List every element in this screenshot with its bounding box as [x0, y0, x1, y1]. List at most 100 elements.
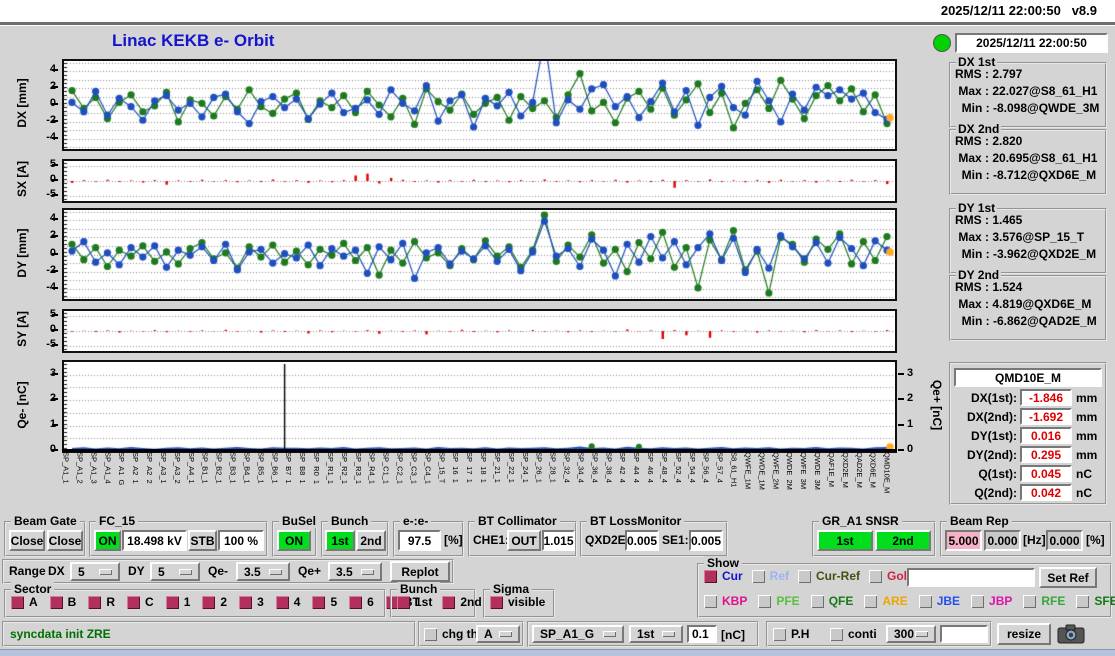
- x-axis-label: SP_28_1: [549, 452, 557, 483]
- range-dy-select[interactable]: 5: [150, 562, 200, 581]
- replot-button[interactable]: Replot: [390, 561, 450, 582]
- show-checkbox-kbp[interactable]: KBP: [704, 594, 747, 608]
- title-bar-version: v8.9: [1071, 3, 1097, 18]
- checkbox-icon: [49, 595, 63, 609]
- bunch-select[interactable]: 1st: [629, 625, 683, 643]
- range-dx-select[interactable]: 5: [70, 562, 120, 581]
- fc15-on-button[interactable]: ON: [94, 530, 121, 551]
- gr-a1-2nd-button[interactable]: 2nd: [875, 530, 931, 551]
- sector-checkbox-6[interactable]: 6: [349, 595, 374, 609]
- show-checkbox-jbe[interactable]: JBE: [918, 594, 960, 608]
- resize-button[interactable]: resize: [997, 623, 1051, 645]
- y-tick-label: 0: [49, 443, 56, 455]
- x-axis-label: SP_52_4: [674, 452, 682, 483]
- show-checkbox-rfe[interactable]: RFE: [1023, 594, 1065, 608]
- bunch-1st-button[interactable]: 1st: [325, 530, 355, 551]
- points-select[interactable]: 300: [886, 625, 936, 643]
- busel-on-button[interactable]: ON: [277, 530, 311, 551]
- checkbox-label: 1st: [415, 595, 433, 609]
- y-tick-label: -5: [46, 188, 56, 201]
- bunch-checkbox-1st[interactable]: 1st: [397, 595, 432, 609]
- show-checkbox-ref[interactable]: Ref: [751, 569, 789, 583]
- stats-group-dy-2nd: DY 2nd RMS : 1.524 Max : 4.819@QXD6E_M Mi…: [949, 268, 1107, 341]
- x-axis-label: SP_36_4: [590, 452, 599, 483]
- plot-sx[interactable]: [62, 159, 897, 203]
- threshold-unit: [nC]: [721, 628, 745, 642]
- bunch-select-title: Bunch: [397, 582, 441, 596]
- chg-th-frame: chg th A: [418, 621, 524, 647]
- show-checkbox-jbp[interactable]: JBP: [971, 594, 1012, 608]
- extra-input[interactable]: [940, 625, 988, 643]
- show-checkbox-pfe[interactable]: PFE: [758, 594, 800, 608]
- option-menu-indicator-icon: [179, 568, 192, 575]
- bunch-2nd-button[interactable]: 2nd: [356, 530, 386, 551]
- plot-sy[interactable]: [62, 309, 897, 353]
- range-qem-select[interactable]: 3.5: [236, 562, 290, 581]
- show-checkbox-cur[interactable]: Cur: [704, 569, 743, 583]
- monitor-row: DY(2nd): 0.295 mm: [951, 446, 1102, 463]
- che1-state-button[interactable]: OUT: [507, 530, 541, 551]
- y-tick-label: -5: [46, 338, 56, 351]
- sector-checkbox-3[interactable]: 3: [239, 595, 264, 609]
- checkbox-icon: [165, 595, 179, 609]
- gr-a1-1st-button[interactable]: 1st: [817, 530, 873, 551]
- stats-rms: RMS : 2.820: [955, 134, 1023, 148]
- sector-checkbox-1[interactable]: 1: [165, 595, 190, 609]
- y-tick-mark: [52, 398, 58, 401]
- range-label: Range: [9, 564, 46, 578]
- range-qep-select[interactable]: 3.5: [328, 562, 382, 581]
- ref-file-input[interactable]: [907, 568, 1035, 587]
- show-checkbox-cur-ref[interactable]: Cur-Ref: [798, 569, 860, 583]
- monitor-select[interactable]: SP_A1_G: [532, 625, 624, 643]
- threshold-input[interactable]: [687, 625, 717, 643]
- plot-dx[interactable]: [62, 59, 897, 151]
- sector-checkbox-a[interactable]: A: [11, 595, 38, 609]
- checkbox-icon: [971, 594, 985, 608]
- x-axis-label: SP_A3_1: [159, 452, 167, 484]
- fc15-stb-button[interactable]: STB: [188, 530, 217, 551]
- x-axis-label: SP_54_4: [688, 452, 696, 483]
- show-checkbox-sfe[interactable]: SFE: [1076, 594, 1115, 608]
- sector-checkbox-r[interactable]: R: [88, 595, 115, 609]
- x-axis-label: QAF1E_M: [827, 452, 835, 488]
- x-axis-label: QWDE_2M: [785, 452, 794, 490]
- option-menu-indicator-icon: [99, 568, 112, 575]
- bunch-checkbox-2nd[interactable]: 2nd: [442, 595, 482, 609]
- plot-dy[interactable]: [62, 208, 897, 301]
- x-axis-label: SP_22_1: [507, 452, 515, 483]
- option-menu-indicator-icon: [662, 631, 675, 637]
- sector-checkbox-b[interactable]: B: [49, 595, 76, 609]
- y-tick-label: 2: [49, 229, 56, 242]
- plot-qe[interactable]: [62, 360, 897, 453]
- sector-checkbox-4[interactable]: 4: [275, 595, 300, 609]
- x-axis-label: SP_B7_1: [284, 452, 293, 484]
- x-axis-label: SP_26_1: [535, 452, 543, 483]
- show-checkbox-qfe[interactable]: QFE: [810, 594, 853, 608]
- sigma-checkbox-visible[interactable]: visible: [490, 595, 545, 609]
- chg-th-select[interactable]: A: [476, 625, 520, 643]
- range-dy-label: DY: [128, 564, 145, 578]
- sector-checkbox-2[interactable]: 2: [202, 595, 227, 609]
- status-message: syncdata init ZRE: [10, 627, 111, 641]
- ph-checkbox[interactable]: P.H: [773, 627, 809, 641]
- snapshot-camera-button[interactable]: [1056, 622, 1086, 646]
- y-tick-mark: [52, 449, 58, 451]
- stats-rms: RMS : 1.524: [955, 280, 1023, 294]
- monitor-row-label: DX(1st):: [970, 390, 1017, 405]
- beam-gate-close-button-2[interactable]: Close: [47, 530, 83, 551]
- y-tick-mark: [52, 372, 58, 375]
- conti-checkbox[interactable]: conti: [830, 627, 877, 641]
- show-checkbox-are[interactable]: ARE: [864, 594, 908, 608]
- sector-checkbox-5[interactable]: 5: [312, 595, 337, 609]
- x-axis-label: QWFE_2M: [771, 452, 780, 490]
- monitor-row: Q(2nd): 0.042 nC: [951, 484, 1102, 501]
- chg-th-checkbox[interactable]: chg th: [424, 627, 478, 641]
- sector-checkbox-c[interactable]: C: [127, 595, 154, 609]
- range-qem-label: Qe-: [208, 564, 229, 578]
- x-axis-label: SP_B3_1: [229, 452, 237, 484]
- beam-gate-close-button-1[interactable]: Close: [9, 530, 45, 551]
- set-ref-button[interactable]: Set Ref: [1039, 567, 1097, 588]
- x-axis-label: SP_C2_1: [396, 452, 404, 485]
- x-axis-label: QXD2E_M: [841, 452, 849, 488]
- stats-rms: RMS : 1.465: [955, 213, 1023, 227]
